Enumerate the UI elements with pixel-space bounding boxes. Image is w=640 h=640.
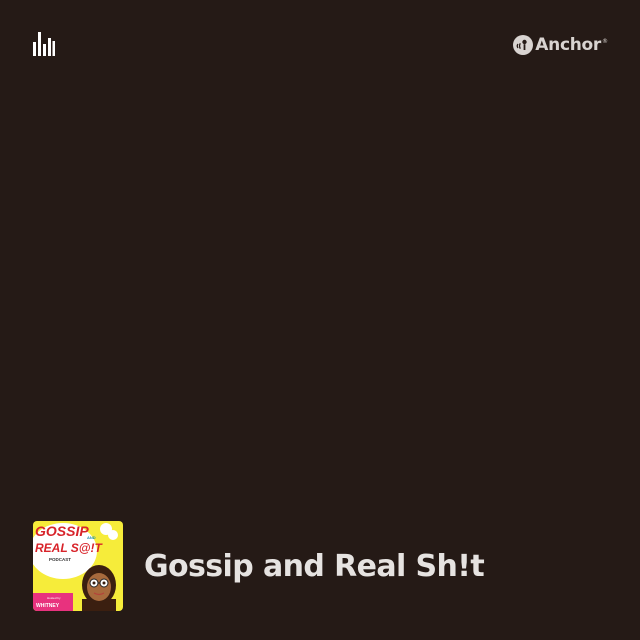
- cover-subtitle: PODCAST: [49, 557, 71, 562]
- cover-host-label: Hosted by: [47, 596, 61, 600]
- anchor-brand-name: Anchor: [535, 35, 601, 55]
- anchor-brand-link[interactable]: Anchor ®: [513, 33, 608, 57]
- cover-title-line1: GOSSIP: [35, 523, 89, 539]
- cover-host-name: WHITNEY: [36, 603, 60, 609]
- podcast-title: Gossip and Real Sh!t: [144, 549, 485, 584]
- podcast-cover-art: GOSSIP AND REAL S@!T PODCAST Hosted by W…: [33, 521, 123, 611]
- anchor-logo-icon: [513, 35, 534, 55]
- cover-title-and: AND: [87, 535, 96, 540]
- cover-title-line2: REAL S@!T: [35, 541, 103, 555]
- registered-mark: ®: [602, 37, 608, 45]
- audio-bars-icon[interactable]: [33, 32, 55, 56]
